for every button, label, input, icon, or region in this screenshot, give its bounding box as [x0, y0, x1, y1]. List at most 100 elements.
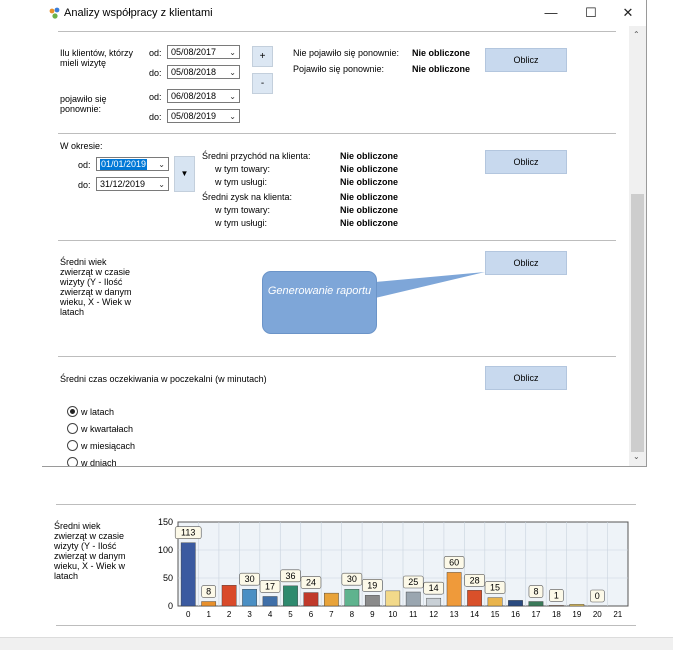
window-title: Analizy współpracy z klientami	[64, 7, 213, 19]
bar	[221, 585, 237, 607]
x-tick-label: 3	[247, 610, 252, 619]
bar	[487, 597, 503, 607]
scroll-up-icon[interactable]: ⌃	[633, 30, 640, 39]
radio-months[interactable]	[67, 440, 78, 451]
period-to-value: 31/12/2019	[100, 179, 146, 189]
x-tick-label: 4	[268, 610, 273, 619]
close-button[interactable]: ✕	[613, 3, 643, 23]
scroll-down-icon[interactable]: ⌄	[633, 452, 640, 461]
x-tick-label: 19	[572, 610, 581, 619]
bar	[405, 591, 421, 607]
x-tick-label: 2	[227, 610, 232, 619]
to-date-value: 05/08/2018	[171, 67, 217, 77]
x-tick-label: 6	[309, 610, 314, 619]
chart-side-label: Średni wiek zwierząt w czasie wizyty (Y …	[54, 521, 126, 581]
minimize-button[interactable]: —	[536, 3, 566, 23]
x-tick-label: 17	[532, 610, 541, 619]
calculate-button-3[interactable]: Oblicz	[485, 251, 567, 275]
from2-date-value: 06/08/2018	[171, 91, 217, 101]
data-label: 25	[408, 577, 418, 587]
data-label: 60	[449, 557, 459, 567]
revenue-services-value: Nie obliczone	[340, 177, 399, 187]
not-returned-label: Nie pojawiło się ponownie:	[293, 48, 400, 58]
bar	[201, 601, 217, 607]
x-tick-label: 16	[511, 610, 520, 619]
period-from-combo[interactable]: 01/01/2019 ⌄	[96, 157, 169, 171]
calculate-button-2[interactable]: Oblicz	[485, 150, 567, 174]
data-label: 8	[533, 587, 538, 597]
avg-age-label: Średni wiek zwierząt w czasie wizyty (Y …	[60, 257, 132, 317]
bar	[242, 588, 257, 607]
bar	[528, 601, 544, 607]
bar	[344, 588, 360, 607]
period-to-combo[interactable]: 31/12/2019 ⌄	[96, 177, 169, 191]
x-tick-label: 15	[491, 610, 500, 619]
returned-value: Nie obliczone	[412, 64, 471, 74]
from-date-value: 05/08/2017	[171, 47, 217, 57]
y-tick-label: 100	[158, 545, 173, 555]
footer-bar	[0, 637, 673, 650]
revenue-goods-value: Nie obliczone	[340, 164, 399, 174]
x-tick-label: 11	[409, 610, 418, 619]
radio-quarters[interactable]	[67, 423, 78, 434]
radio-years[interactable]	[67, 406, 78, 417]
bar	[508, 600, 523, 607]
radio-days[interactable]	[67, 457, 78, 466]
x-tick-label: 8	[350, 610, 355, 619]
minus-button[interactable]: -	[252, 73, 273, 94]
from2-label: od:	[149, 92, 162, 102]
chevron-down-icon: ⌄	[229, 112, 236, 121]
to2-label: do:	[149, 112, 162, 122]
to-label: do:	[149, 68, 162, 78]
x-tick-label: 20	[593, 610, 602, 619]
bar	[569, 604, 585, 607]
radio-years-label: w latach	[81, 407, 115, 417]
divider	[58, 356, 616, 357]
profit-services-value: Nie obliczone	[340, 218, 399, 228]
data-label: 19	[367, 580, 377, 590]
tooltip-pointer	[375, 272, 485, 298]
chevron-down-icon: ⌄	[158, 160, 165, 169]
age-histogram-chart: 113830173624 3019 2514602815 8 1 0 0501001500…	[158, 517, 629, 619]
divider	[58, 31, 616, 32]
divider	[58, 133, 616, 134]
maximize-button[interactable]: ☐	[576, 3, 606, 23]
data-label: 113	[181, 528, 195, 538]
calculate-button-4[interactable]: Oblicz	[485, 366, 567, 390]
radio-days-label: w dniach	[81, 458, 117, 466]
x-tick-label: 5	[288, 610, 293, 619]
revenue-goods-label: w tym towary:	[215, 164, 271, 174]
avg-revenue-label: Średni przychód na klienta:	[202, 151, 311, 161]
profit-goods-value: Nie obliczone	[340, 205, 399, 215]
data-label: 28	[470, 575, 480, 585]
bar	[324, 592, 339, 607]
to2-date-value: 05/08/2019	[171, 111, 217, 121]
chevron-down-icon: ⌄	[229, 92, 236, 101]
from-date-combo[interactable]: 05/08/2017 ⌄	[167, 45, 240, 59]
to2-date-combo[interactable]: 05/08/2019 ⌄	[167, 109, 240, 123]
y-tick-label: 50	[163, 573, 173, 583]
from-label: od:	[149, 48, 162, 58]
vertical-scrollbar[interactable]: ⌃ ⌄	[629, 26, 646, 466]
data-label: 17	[265, 581, 275, 591]
scroll-thumb[interactable]	[631, 194, 644, 452]
period-from-label: od:	[78, 160, 91, 170]
calculate-button-1[interactable]: Oblicz	[485, 48, 567, 72]
wait-time-label: Średni czas oczekiwania w poczekalni (w …	[60, 374, 267, 384]
data-label: 8	[206, 587, 211, 597]
radio-quarters-label: w kwartałach	[81, 424, 134, 434]
period-dropdown-button[interactable]: ▼	[174, 156, 195, 192]
chevron-down-icon: ⌄	[229, 68, 236, 77]
data-label: 0	[595, 591, 600, 601]
from2-date-combo[interactable]: 06/08/2018 ⌄	[167, 89, 240, 103]
divider	[58, 240, 616, 241]
data-label: 36	[285, 571, 295, 581]
profit-services-label: w tym usługi:	[215, 218, 268, 228]
title-bar: Analizy współpracy z klientami — ☐ ✕	[42, 0, 646, 26]
period-to-label: do:	[78, 180, 91, 190]
data-label: 15	[490, 583, 500, 593]
data-label: 14	[429, 583, 439, 593]
bar	[303, 592, 319, 607]
plus-button[interactable]: +	[252, 46, 273, 67]
to-date-combo[interactable]: 05/08/2018 ⌄	[167, 65, 240, 79]
